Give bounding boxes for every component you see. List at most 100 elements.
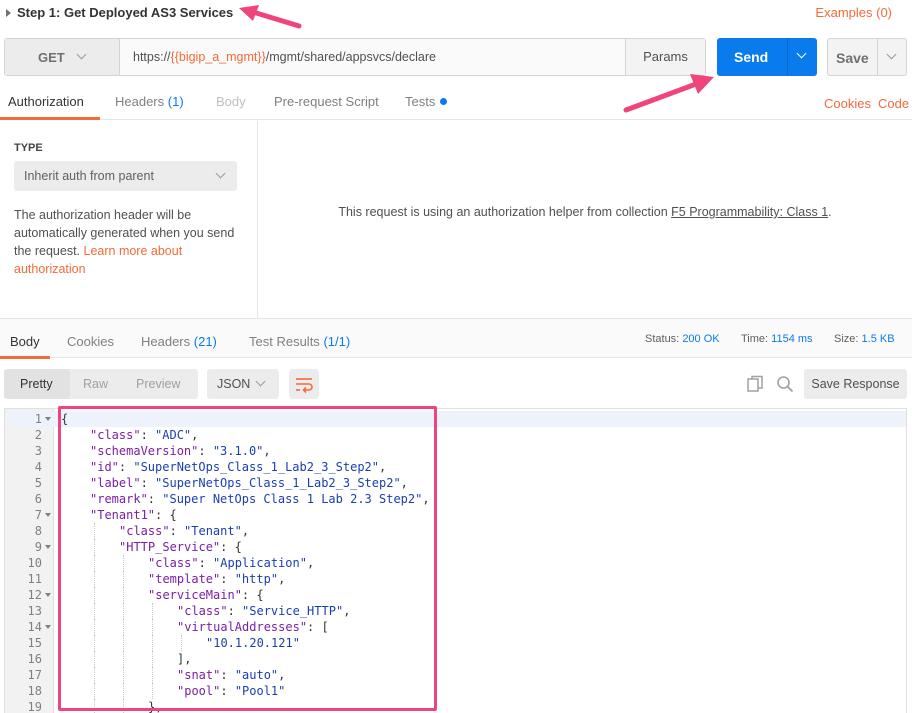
send-button[interactable]: Send: [717, 38, 817, 76]
tab-headers-label: Headers: [115, 94, 165, 109]
indent-guide: [152, 603, 153, 619]
request-title: Step 1: Get Deployed AS3 Services: [17, 5, 234, 20]
resp-tab-body[interactable]: Body: [10, 334, 40, 349]
indent-guide: [123, 587, 124, 603]
line-number: 2: [34, 428, 42, 442]
size-readout: Size: 1.5 KB: [834, 333, 895, 345]
save-button[interactable]: Save: [827, 38, 907, 76]
code-text: "Tenant1": {: [90, 508, 177, 522]
indent-guide: [123, 603, 124, 619]
tab-authorization[interactable]: Authorization: [8, 94, 84, 109]
url-variable: {{bigip_a_mgmt}}: [170, 50, 266, 64]
code-text: "schemaVersion": "3.1.0",: [90, 444, 271, 458]
auth-helper-text: This request is using an authorization h…: [338, 205, 672, 219]
status-readout: Status: 200 OK: [645, 333, 720, 345]
line-number: 15: [27, 636, 42, 650]
code-line: 17 "snat": "auto",: [5, 667, 906, 683]
code-line: 3 "schemaVersion": "3.1.0",: [5, 443, 906, 459]
response-code-editor[interactable]: 1{2 "class": "ADC", 3 "schemaVersion": "3.1…: [4, 408, 907, 713]
indent-guide: [181, 635, 182, 651]
save-label: Save: [836, 50, 869, 66]
copy-icon[interactable]: [746, 375, 764, 393]
line-number: 19: [27, 700, 42, 713]
auth-type-panel: TYPE Inherit auth from parent The author…: [0, 121, 258, 318]
line-number: 16: [27, 652, 42, 666]
params-button[interactable]: Params: [625, 39, 705, 75]
indent-guide: [94, 619, 95, 635]
method-select[interactable]: GET: [5, 39, 120, 75]
collection-link[interactable]: F5 Programmability: Class 1: [671, 205, 828, 219]
code-text: "class": "Tenant",: [119, 524, 250, 538]
indent-guide: [94, 667, 95, 683]
tab-headers-count: (1): [167, 94, 184, 109]
code-line: 19},: [5, 699, 906, 713]
fold-toggle-icon[interactable]: [45, 513, 51, 517]
search-icon[interactable]: [776, 375, 794, 393]
fold-toggle-icon[interactable]: [45, 417, 51, 421]
indent-guide: [123, 667, 124, 683]
code-text: "virtualAddresses": [: [177, 620, 329, 634]
code-link[interactable]: Code: [878, 96, 909, 111]
url-suffix: /mgmt/shared/appsvcs/declare: [265, 50, 436, 64]
preview-button[interactable]: Preview: [136, 377, 180, 391]
send-dropdown-chevron-icon[interactable]: [796, 48, 807, 59]
format-select[interactable]: JSON: [207, 369, 279, 399]
auth-type-select[interactable]: Inherit auth from parent: [14, 161, 237, 191]
save-dropdown-chevron-icon[interactable]: [886, 49, 897, 60]
code-text: ],: [177, 652, 192, 666]
fold-toggle-icon[interactable]: [45, 545, 51, 549]
code-line: 16],: [5, 651, 906, 667]
indent-guide: [123, 571, 124, 587]
tab-headers[interactable]: Headers (1): [115, 94, 184, 109]
tab-tests[interactable]: Tests: [405, 94, 448, 109]
tab-body[interactable]: Body: [216, 94, 246, 109]
resp-tab-headers[interactable]: Headers (21): [141, 334, 217, 349]
indent-guide: [152, 667, 153, 683]
pretty-button[interactable]: Pretty: [20, 377, 53, 391]
caret-right-icon[interactable]: [6, 9, 11, 17]
code-line: 1{: [5, 411, 906, 427]
code-text: {: [61, 412, 69, 426]
time-readout: Time: 1154 ms: [741, 333, 813, 345]
resp-tab-cookies[interactable]: Cookies: [67, 334, 114, 349]
auth-type-value: Inherit auth from parent: [24, 169, 154, 183]
fold-toggle-icon[interactable]: [45, 593, 51, 597]
cookies-link[interactable]: Cookies: [824, 96, 871, 111]
save-divider: [877, 39, 878, 75]
indent-guide: [94, 699, 95, 713]
indent-guide: [94, 683, 95, 699]
line-number: 18: [27, 684, 42, 698]
annotation-arrow-title-icon: [239, 5, 302, 29]
code-text: "id": "SuperNetOps_Class_1_Lab2_3_Step2"…: [90, 460, 387, 474]
indent-guide: [123, 683, 124, 699]
indent-guide: [123, 651, 124, 667]
save-response-button[interactable]: Save Response: [804, 369, 907, 399]
indent-guide: [123, 555, 124, 571]
size-value: 1.5 KB: [861, 333, 895, 345]
url-input[interactable]: https://{{bigip_a_mgmt}}/mgmt/shared/app…: [133, 50, 436, 64]
auth-type-label: TYPE: [14, 142, 43, 154]
line-number: 6: [34, 492, 42, 506]
fold-toggle-icon[interactable]: [45, 625, 51, 629]
request-tabs: Authorization Headers (1) Body Pre-reque…: [0, 84, 912, 120]
code-text: "10.1.20.121": [206, 636, 300, 650]
code-line: 9 "HTTP_Service": {: [5, 539, 906, 555]
line-number: 14: [27, 620, 42, 634]
code-line: 5 "label": "SuperNetOps_Class_1_Lab2_3_St…: [5, 475, 906, 491]
code-text: "label": "SuperNetOps_Class_1_Lab2_3_Ste…: [90, 476, 408, 490]
resp-tab-test-results[interactable]: Test Results (1/1): [249, 334, 350, 349]
auth-description: The authorization header will be automat…: [14, 206, 239, 278]
resp-tab-headers-label: Headers: [141, 334, 191, 349]
response-tabs: Body Cookies Headers (21) Test Results (…: [0, 318, 912, 359]
request-title-row[interactable]: Step 1: Get Deployed AS3 Services Exampl…: [0, 0, 912, 28]
format-label: JSON: [217, 377, 251, 391]
wrap-lines-button[interactable]: [289, 369, 319, 399]
chevron-down-icon: [215, 168, 226, 179]
code-line: 12 "serviceMain": {: [5, 587, 906, 603]
tab-tests-label: Tests: [405, 94, 436, 109]
code-text: "serviceMain": {: [148, 588, 264, 602]
examples-dropdown[interactable]: Examples (0): [815, 5, 892, 20]
resp-tab-test-results-label: Test Results: [249, 334, 320, 349]
tab-pre-request-script[interactable]: Pre-request Script: [274, 94, 379, 109]
raw-button[interactable]: Raw: [83, 377, 108, 391]
